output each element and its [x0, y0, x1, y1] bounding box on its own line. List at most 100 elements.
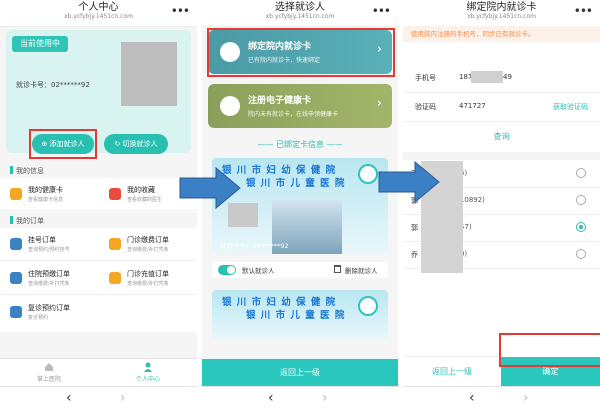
grid-item-inpatient-prepay[interactable]: 住院预缴订单 查询缴费/补打凭条: [0, 264, 98, 295]
default-label: 默认就诊人: [242, 267, 275, 275]
page-url: xb.ycfybjy.1451cn.com: [467, 13, 536, 20]
grid-item-label: 住院预缴订单: [28, 270, 70, 278]
grid-item-label: 挂号订单: [28, 236, 56, 244]
back-arrow-icon[interactable]: ‹: [469, 390, 475, 406]
hospital-logo-icon: [358, 296, 378, 316]
highlight-confirm: [499, 333, 600, 367]
forward-arrow-icon[interactable]: ›: [322, 390, 328, 406]
grid-item-sub: 查询缴费/补打凭条: [127, 247, 169, 253]
grid-item-label: 我的收藏: [127, 186, 155, 194]
phone-field[interactable]: 手机号 187 49: [403, 64, 600, 93]
grid-item-followup-orders[interactable]: 复诊预约订单 复诊预约: [0, 298, 98, 328]
code-label: 验证码: [415, 103, 436, 111]
button-title: 注册电子健康卡: [248, 96, 312, 106]
tab-hospital[interactable]: 掌上医院: [0, 362, 98, 383]
browser-nav: ‹ ›: [403, 386, 600, 409]
phone-mask: [471, 71, 503, 83]
bed-icon: [10, 272, 22, 284]
code-value: 471727: [459, 102, 486, 110]
blurred-qr-code: [121, 42, 177, 106]
card-number: 就诊卡号：02******92: [220, 242, 289, 250]
calendar-icon: [10, 306, 22, 318]
info-grid: 我的健康卡 查看健康卡信息 我的收藏 查看收藏的医生: [0, 178, 197, 212]
recharge-icon: [109, 272, 121, 284]
section-my-orders: 我的订单: [0, 214, 197, 228]
delete-patient-link[interactable]: 删除就诊人: [345, 265, 378, 275]
grid-item-outpatient-payment[interactable]: 门诊缴费订单 查询缴费/补打凭条: [99, 230, 197, 261]
orders-grid: 挂号订单 查询预约/预约挂号 门诊缴费订单 查询缴费/补打凭条 住院预缴订单 查…: [0, 228, 197, 332]
back-button[interactable]: 返回上一级: [202, 359, 398, 387]
divider: [403, 152, 600, 160]
grid-item-sub: 复诊预约: [28, 315, 49, 321]
current-badge: 当前使用中: [12, 36, 68, 52]
tab-personal-center[interactable]: 个人中心: [99, 362, 197, 383]
forward-arrow-icon[interactable]: ›: [523, 390, 529, 406]
patient-name: 郭: [411, 224, 418, 232]
default-toggle[interactable]: [218, 265, 236, 275]
register-health-card-button[interactable]: 注册电子健康卡 院内未有就诊卡，在线申领健康卡 ›: [208, 84, 392, 128]
page-url: xb.ycfybjy.1451cn.com: [265, 13, 335, 20]
hospital-card[interactable]: 银 川 市 妇 幼 保 健 院 银 川 市 儿 童 医 院: [212, 290, 388, 340]
hospital-logo-icon: [358, 164, 378, 184]
grid-item-registration-orders[interactable]: 挂号订单 查询预约/预约挂号: [0, 230, 98, 261]
notice-banner: 使用院内注册的手机号，同步已有就诊卡。: [403, 26, 600, 42]
person-icon: [144, 362, 152, 372]
top-bar: 选择就诊人 xb.ycfybjy.1451cn.com •••: [202, 0, 398, 27]
section-my-info: 我的信息: [0, 164, 197, 178]
arrow-right-icon: [179, 166, 241, 210]
get-code-button[interactable]: 获取验证码: [553, 102, 588, 112]
highlight-add-patient: [29, 129, 97, 159]
phone-label: 手机号: [415, 74, 436, 82]
page-title: 个人中心: [78, 2, 119, 13]
person-icon: [10, 188, 22, 200]
grid-item-label: 复诊预约订单: [28, 304, 70, 312]
patient-name: 乔: [411, 251, 418, 259]
back-arrow-icon[interactable]: ‹: [66, 390, 72, 406]
hospital-name-line2: 银 川 市 儿 童 医 院: [246, 178, 346, 189]
more-icon[interactable]: •••: [372, 4, 391, 18]
grid-item-sub: 查询预约/预约挂号: [28, 247, 70, 253]
forward-arrow-icon[interactable]: ›: [120, 390, 126, 406]
radio-button-selected[interactable]: [576, 222, 586, 232]
grid-item-label: 我的健康卡: [28, 186, 63, 194]
grid-item-label: 门诊充值订单: [127, 270, 169, 278]
code-field[interactable]: 验证码 471727 获取验证码: [403, 93, 600, 122]
radio-button[interactable]: [576, 195, 586, 205]
bookmark-icon: [109, 188, 121, 200]
home-icon: [45, 363, 53, 371]
section-marker: [10, 166, 13, 174]
page-url: xb.ycfybjy.1451cn.com: [64, 13, 133, 20]
hospital-name-line2: 银 川 市 儿 童 医 院: [246, 310, 346, 321]
query-button[interactable]: 查询: [403, 131, 600, 142]
section-marker: [10, 216, 13, 224]
back-button[interactable]: 返回上一级: [403, 356, 501, 387]
payment-icon: [109, 238, 121, 250]
bound-cards-label: —— 已绑定卡信息 ——: [257, 140, 343, 149]
switch-patient-button[interactable]: ↻ 切换就诊人: [104, 134, 168, 154]
page-title: 绑定院内就诊卡: [466, 2, 537, 13]
grid-item-sub: 查询缴费/补打凭条: [127, 281, 169, 287]
more-icon[interactable]: •••: [171, 4, 190, 18]
personal-center-screen: 个人中心 xb.ycfybjy.1451cn.com ••• 当前使用中 就诊卡…: [0, 0, 197, 409]
grid-item-label: 门诊缴费订单: [127, 236, 169, 244]
grid-item-outpatient-recharge[interactable]: 门诊充值订单 查询缴费/补打凭条: [99, 264, 197, 295]
arrow-right-icon: [378, 160, 440, 204]
phone-suffix: 49: [503, 73, 512, 81]
radio-button[interactable]: [576, 168, 586, 178]
top-bar: 绑定院内就诊卡 xb.ycfybjy.1451cn.com •••: [403, 0, 600, 27]
radio-button[interactable]: [576, 249, 586, 259]
grid-item-sub: 查询缴费/补打凭条: [28, 281, 70, 287]
grid-item-sub: 查看收藏的医生: [127, 197, 163, 203]
register-icon: [10, 238, 22, 250]
grid-item-health-card[interactable]: 我的健康卡 查看健康卡信息: [0, 180, 98, 211]
card-actions-row: 默认就诊人 删除就诊人: [212, 262, 388, 278]
browser-nav: ‹ ›: [202, 386, 398, 409]
grid-item-sub: 查看健康卡信息: [28, 197, 64, 203]
page-title: 选择就诊人: [275, 2, 325, 13]
more-icon[interactable]: •••: [574, 4, 593, 18]
back-arrow-icon[interactable]: ‹: [268, 390, 274, 406]
bottom-tabs: 掌上医院 个人中心: [0, 358, 197, 387]
card-number: 就诊卡号：02******92: [16, 81, 90, 89]
trash-icon[interactable]: [334, 265, 341, 273]
button-subtitle: 院内未有就诊卡，在线申领健康卡: [248, 111, 339, 118]
